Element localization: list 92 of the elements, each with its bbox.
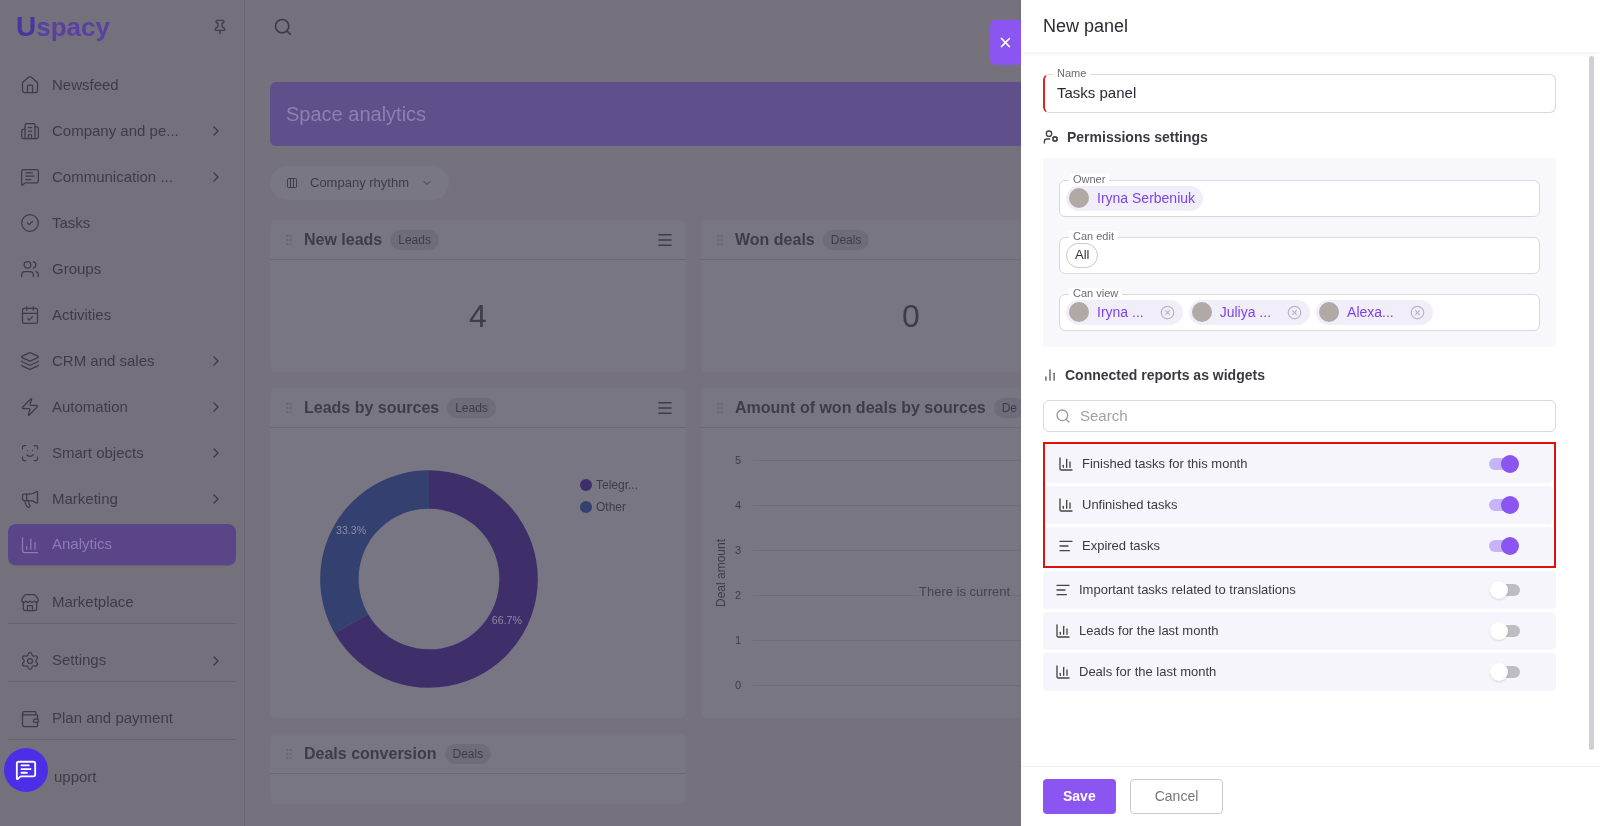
remove-icon[interactable]	[1287, 304, 1303, 320]
remove-icon[interactable]	[1409, 304, 1425, 320]
layers-icon	[20, 351, 40, 371]
axis-label: Deal amount	[713, 538, 729, 609]
bar-chart-icon	[1055, 622, 1071, 639]
lightning-icon	[20, 397, 40, 417]
toggle-switch[interactable]	[1489, 457, 1517, 470]
widget-title: Won deals	[735, 229, 815, 250]
avatar	[1069, 188, 1089, 208]
field-label: Can view	[1069, 287, 1123, 299]
sidebar-item[interactable]: Newsfeed	[8, 64, 236, 106]
chat-button[interactable]	[4, 748, 48, 792]
person-chip[interactable]: Iryna ...	[1066, 299, 1183, 325]
board-icon	[286, 177, 298, 189]
chart-icon	[1043, 368, 1057, 382]
sidebar-item[interactable]: Plan and payment	[8, 698, 236, 740]
sidebar-item[interactable]: Groups	[8, 248, 236, 290]
user-settings-icon	[1043, 129, 1059, 145]
bar-chart-icon	[20, 534, 40, 555]
section-title: Connected reports as widgets	[1065, 365, 1265, 385]
sidebar-item[interactable]: Communication ...	[8, 156, 236, 198]
metric-value: 0	[902, 297, 920, 336]
building-icon	[20, 121, 40, 141]
close-button[interactable]: ×	[990, 20, 1021, 65]
sidebar-item[interactable]: Company and pe...	[8, 110, 236, 152]
search-field[interactable]: Search	[1043, 399, 1556, 432]
avatar	[1069, 302, 1089, 322]
sidebar-item[interactable]: upport	[52, 756, 236, 798]
toggle-switch[interactable]	[1492, 624, 1520, 637]
field-label: Can edit	[1069, 230, 1118, 242]
axis-tick: 5	[733, 453, 741, 468]
axis-tick: 3	[733, 543, 741, 559]
axis-tick: 1	[733, 633, 741, 649]
sidebar-item[interactable]: Settings	[8, 640, 236, 682]
sidebar-item[interactable]: Automation	[8, 386, 236, 428]
chat-icon	[15, 759, 37, 781]
settings-icon	[20, 650, 40, 671]
search-icon	[1055, 407, 1071, 424]
filter-dropdown[interactable]: Company rhythm	[270, 166, 449, 200]
toggle-switch[interactable]	[1489, 539, 1517, 552]
metric-value: 4	[469, 297, 487, 336]
section-title: Permissions settings	[1067, 127, 1208, 147]
sidebar-item[interactable]: Marketing	[8, 478, 236, 520]
person-chip[interactable]: Alexa...	[1316, 299, 1433, 325]
avatar	[1319, 302, 1340, 322]
wallet-icon	[20, 708, 40, 729]
cancel-button[interactable]: Cancel	[1129, 779, 1224, 814]
home-icon	[20, 75, 40, 95]
axis-tick: 4	[733, 498, 741, 514]
calendar-icon	[20, 305, 40, 325]
avatar	[1191, 302, 1212, 322]
report-label: Unfinished tasks	[1082, 495, 1179, 514]
store-icon	[20, 592, 40, 613]
chat-icon	[20, 167, 40, 187]
sidebar-item[interactable]: Activities	[8, 294, 236, 336]
slice-label: 66.7%	[491, 614, 522, 627]
report-label: Important tasks related to translations	[1079, 580, 1297, 599]
field-label: Name	[1053, 68, 1091, 79]
sidebar-item[interactable]: Tasks	[8, 202, 236, 244]
legend-label: Telegr...	[596, 477, 639, 494]
person-chip[interactable]: Juliya ...	[1188, 299, 1311, 325]
sidebar-item[interactable]: Marketplace	[8, 582, 236, 624]
widget-title: New leads	[304, 229, 383, 250]
toggle-switch[interactable]	[1489, 498, 1517, 511]
bar-chart-icon	[1055, 663, 1071, 680]
bar-chart-icon	[1058, 496, 1074, 513]
toggle-switch[interactable]	[1492, 583, 1520, 596]
field-label: Owner	[1069, 173, 1110, 185]
report-label: Leads for the last month	[1079, 621, 1220, 640]
scan-icon	[20, 443, 40, 463]
bar-chart-icon	[1058, 455, 1074, 472]
sidebar-item[interactable]: Smart objects	[8, 432, 236, 474]
panel-title: New panel	[1043, 14, 1129, 38]
person-chip[interactable]: Iryna Serbeniuk	[1066, 185, 1204, 211]
megaphone-icon	[20, 489, 40, 509]
save-button[interactable]: Save	[1043, 779, 1116, 814]
legend-label: Other	[596, 499, 626, 516]
report-label: Deals for the last month	[1079, 662, 1218, 681]
toggle-switch[interactable]	[1492, 665, 1520, 678]
remove-icon[interactable]	[1159, 304, 1175, 320]
users-icon	[20, 259, 40, 279]
check-circle-icon	[20, 213, 40, 233]
widget-title: Amount of won deals by sources	[735, 397, 986, 418]
report-label: Finished tasks for this month	[1082, 454, 1249, 473]
report-label: Expired tasks	[1082, 536, 1162, 555]
sidebar-item[interactable]: CRM and sales	[8, 340, 236, 382]
slice-label: 33.3%	[336, 523, 367, 536]
pin-icon[interactable]	[212, 19, 228, 35]
search-icon[interactable]	[273, 17, 293, 37]
widget-title: Deals conversion	[304, 743, 437, 764]
axis-tick: 2	[733, 588, 741, 604]
widget-title: Leads by sources	[304, 397, 440, 418]
